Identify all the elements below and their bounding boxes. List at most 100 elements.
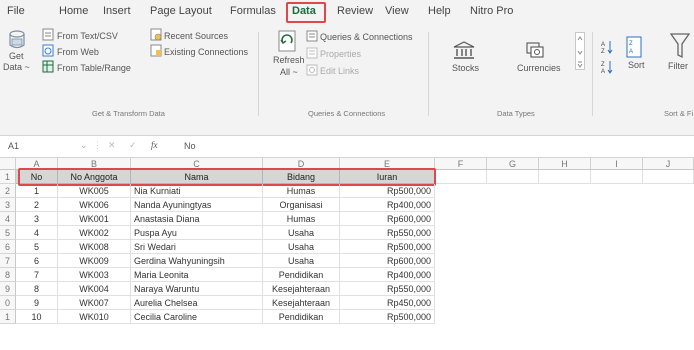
row-header[interactable]: 8 xyxy=(0,268,16,282)
cell-nama[interactable]: Cecilia Caroline xyxy=(131,310,263,324)
column-header-e[interactable]: E xyxy=(340,158,435,170)
cell-no-anggota[interactable]: WK010 xyxy=(58,310,131,324)
tab-view[interactable]: View xyxy=(385,5,409,17)
cell-no-anggota[interactable]: WK004 xyxy=(58,282,131,296)
column-header-d[interactable]: D xyxy=(263,158,340,170)
tab-nitro-pro[interactable]: Nitro Pro xyxy=(470,5,513,17)
cell-nama[interactable]: Maria Leonita xyxy=(131,268,263,282)
row-header[interactable]: 2 xyxy=(0,184,16,198)
recent-sources-button[interactable]: Recent Sources xyxy=(164,31,228,41)
get-data-label[interactable]: Get xyxy=(9,51,24,61)
queries-connections-button[interactable]: Queries & Connections xyxy=(320,32,413,42)
cell-iuran[interactable]: Rp550,000 xyxy=(340,282,435,296)
cell-no[interactable]: 2 xyxy=(16,198,58,212)
cell-bidang[interactable]: Pendidikan xyxy=(263,268,340,282)
name-box[interactable]: A1 xyxy=(8,141,19,151)
from-web-button[interactable]: From Web xyxy=(57,47,99,57)
header-cell-bidang[interactable]: Bidang xyxy=(263,170,340,184)
insert-function-icon[interactable]: fx xyxy=(151,140,158,150)
column-header-i[interactable]: I xyxy=(591,158,643,170)
cell-iuran[interactable]: Rp400,000 xyxy=(340,198,435,212)
cell-iuran[interactable]: Rp500,000 xyxy=(340,184,435,198)
cell-iuran[interactable]: Rp600,000 xyxy=(340,212,435,226)
header-cell-iuran[interactable]: Iuran xyxy=(340,170,435,184)
sort-button[interactable]: Sort xyxy=(628,60,645,70)
enter-icon[interactable]: ✓ xyxy=(129,140,137,151)
row-header[interactable]: 9 xyxy=(0,282,16,296)
column-header-h[interactable]: H xyxy=(539,158,591,170)
sort-az-icon[interactable]: AZ xyxy=(601,40,613,59)
currencies-button[interactable]: Currencies xyxy=(517,63,561,73)
column-header-g[interactable]: G xyxy=(487,158,539,170)
row-header[interactable]: 7 xyxy=(0,254,16,268)
tab-formulas[interactable]: Formulas xyxy=(230,5,276,17)
existing-connections-button[interactable]: Existing Connections xyxy=(164,47,248,57)
empty-cell[interactable] xyxy=(435,170,487,184)
cell-nama[interactable]: Nanda Ayuningtyas xyxy=(131,198,263,212)
cell-iuran[interactable]: Rp500,000 xyxy=(340,240,435,254)
empty-cell[interactable] xyxy=(539,170,591,184)
header-cell-nama[interactable]: Nama xyxy=(131,170,263,184)
cell-no-anggota[interactable]: WK005 xyxy=(58,184,131,198)
cell-no[interactable]: 8 xyxy=(16,282,58,296)
cell-no-anggota[interactable]: WK001 xyxy=(58,212,131,226)
cell-no-anggota[interactable]: WK003 xyxy=(58,268,131,282)
get-data-dropdown[interactable]: Data ~ xyxy=(3,62,30,72)
cell-bidang[interactable]: Kesejahteraan xyxy=(263,282,340,296)
row-header[interactable]: 4 xyxy=(0,212,16,226)
cell-nama[interactable]: Gerdina Wahyuningsih xyxy=(131,254,263,268)
refresh-all-dropdown[interactable]: All ~ xyxy=(280,67,298,77)
tab-help[interactable]: Help xyxy=(428,5,451,17)
cell-iuran[interactable]: Rp500,000 xyxy=(340,310,435,324)
tab-page-layout[interactable]: Page Layout xyxy=(150,5,212,17)
cell-no-anggota[interactable]: WK007 xyxy=(58,296,131,310)
tab-insert[interactable]: Insert xyxy=(103,5,131,17)
cell-bidang[interactable]: Organisasi xyxy=(263,198,340,212)
row-header[interactable]: 3 xyxy=(0,198,16,212)
cell-nama[interactable]: Puspa Ayu xyxy=(131,226,263,240)
tab-data[interactable]: Data xyxy=(292,5,316,17)
cell-no-anggota[interactable]: WK008 xyxy=(58,240,131,254)
data-types-scroll[interactable] xyxy=(575,32,585,75)
column-header-f[interactable]: F xyxy=(435,158,487,170)
tab-file[interactable]: File xyxy=(7,5,25,17)
cell-nama[interactable]: Aurelia Chelsea xyxy=(131,296,263,310)
cell-bidang[interactable]: Humas xyxy=(263,212,340,226)
cell-bidang[interactable]: Usaha xyxy=(263,226,340,240)
tab-review[interactable]: Review xyxy=(337,5,373,17)
cell-bidang[interactable]: Kesejahteraan xyxy=(263,296,340,310)
cell-no[interactable]: 6 xyxy=(16,254,58,268)
cell-bidang[interactable]: Humas xyxy=(263,184,340,198)
empty-cell[interactable] xyxy=(591,170,643,184)
formula-input[interactable]: No xyxy=(184,141,196,151)
stocks-button[interactable]: Stocks xyxy=(452,63,479,73)
cell-bidang[interactable]: Pendidikan xyxy=(263,310,340,324)
cell-no[interactable]: 4 xyxy=(16,226,58,240)
cancel-icon[interactable]: ✕ xyxy=(108,140,116,151)
row-header[interactable]: 0 xyxy=(0,296,16,310)
cell-iuran[interactable]: Rp600,000 xyxy=(340,254,435,268)
cell-no-anggota[interactable]: WK006 xyxy=(58,198,131,212)
cell-no[interactable]: 1 xyxy=(16,184,58,198)
cell-nama[interactable]: Naraya Waruntu xyxy=(131,282,263,296)
cell-bidang[interactable]: Usaha xyxy=(263,254,340,268)
cell-bidang[interactable]: Usaha xyxy=(263,240,340,254)
sort-za-icon[interactable]: ZA xyxy=(601,60,613,79)
edit-links-button[interactable]: Edit Links xyxy=(320,66,359,76)
row-header[interactable]: 1 xyxy=(0,310,16,324)
column-header-j[interactable]: J xyxy=(643,158,694,170)
refresh-all-button[interactable]: Refresh xyxy=(273,55,305,65)
row-header[interactable]: 6 xyxy=(0,240,16,254)
filter-button[interactable]: Filter xyxy=(668,61,688,71)
column-header-c[interactable]: C xyxy=(131,158,263,170)
cell-no-anggota[interactable]: WK002 xyxy=(58,226,131,240)
name-box-dropdown-icon[interactable]: ⌄ xyxy=(80,140,88,151)
properties-button[interactable]: Properties xyxy=(320,49,361,59)
cell-iuran[interactable]: Rp550,000 xyxy=(340,226,435,240)
tab-home[interactable]: Home xyxy=(59,5,88,17)
column-header-a[interactable]: A xyxy=(16,158,58,170)
from-text-csv-button[interactable]: From Text/CSV xyxy=(57,31,118,41)
cell-iuran[interactable]: Rp450,000 xyxy=(340,296,435,310)
header-cell-no[interactable]: No xyxy=(16,170,58,184)
cell-no[interactable]: 7 xyxy=(16,268,58,282)
